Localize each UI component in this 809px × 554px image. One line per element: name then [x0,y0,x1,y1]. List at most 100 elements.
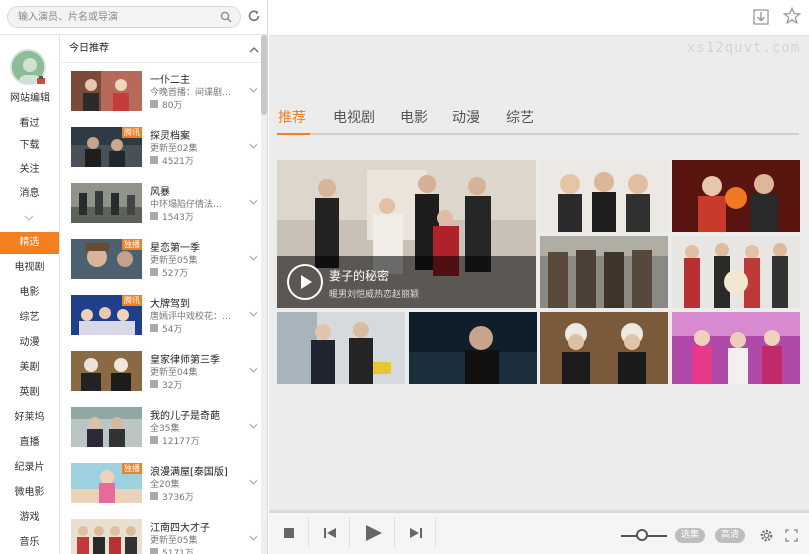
search-input[interactable] [18,8,218,26]
nav-item-history[interactable]: 看过 [0,113,59,135]
poster-tile[interactable] [672,160,800,232]
next-button[interactable] [396,517,436,549]
source-badge: 腾讯 [122,127,142,138]
chevron-down-icon[interactable] [249,255,258,261]
source-badge: 腾讯 [122,295,142,306]
star-icon[interactable] [783,7,801,25]
item-play-count: 32万 [162,381,183,391]
nav-category-hollywood[interactable]: 好莱坞 [0,407,59,429]
nav-category-live[interactable]: 直播 [0,432,59,454]
refresh-icon[interactable] [247,9,261,23]
recommend-list: 今日推荐 一仆二主 今晚首播：间谍剧… 80万 腾讯 探灵档案 更新至02集 4… [61,35,268,554]
volume-knob[interactable] [636,529,648,541]
thumbnail: 独播 [71,239,142,279]
scrollbar[interactable] [261,35,267,554]
prev-button[interactable] [310,517,350,549]
play-count-icon [150,268,158,276]
nav-category-featured[interactable]: 精选 [0,232,59,254]
play-count-icon [150,100,158,108]
poster-tile[interactable] [540,312,668,384]
item-subtitle: 全20集 [150,480,180,490]
thumbnail [71,519,142,554]
chevron-down-icon[interactable] [249,143,258,149]
nav-item-downloads[interactable]: 下载 [0,135,59,157]
thumbnail: 独播 [71,463,142,503]
nav-category-micro-film[interactable]: 微电影 [0,482,59,504]
chevron-up-icon[interactable] [249,46,259,54]
nav-category-games[interactable]: 游戏 [0,507,59,529]
item-subtitle: 今晚首播：间谍剧… [150,88,232,98]
chevron-down-icon[interactable] [249,199,258,205]
nav-category-documentary[interactable]: 纪录片 [0,457,59,479]
list-item[interactable]: 腾讯 大牌驾到 唐嫣评中戏校花：… 54万 [61,294,261,350]
tab-tv[interactable]: 电视剧 [333,107,375,133]
play-count-icon [150,492,158,500]
poster-tile[interactable] [540,160,668,232]
stop-button[interactable] [269,517,309,549]
nav-item-messages[interactable]: 消息 [0,183,59,205]
play-count-icon [150,548,158,554]
list-item[interactable]: 风暴 中环塌陷仔情法… 1543万 [61,182,261,238]
play-count-icon [150,212,158,220]
item-play-count: 80万 [162,101,183,111]
list-item[interactable]: 独播 星恋第一季 更新至05集 527万 [61,238,261,294]
list-item[interactable]: 一仆二主 今晚首播：间谍剧… 80万 [61,70,261,126]
nav-category-movie[interactable]: 电影 [0,282,59,304]
list-item[interactable]: 江南四大才子 更新至05集 5171万 [61,518,261,554]
list-item[interactable]: 腾讯 探灵档案 更新至02集 4521万 [61,126,261,182]
tab-variety[interactable]: 综艺 [506,107,534,133]
watermark: xs12quvt.com [687,40,801,56]
item-play-count: 1543万 [162,213,194,223]
progress-bar[interactable] [269,511,809,513]
play-icon[interactable] [287,264,323,300]
nav-item-following[interactable]: 关注 [0,159,59,181]
nav-category-us-drama[interactable]: 美剧 [0,357,59,379]
nav-category-anime[interactable]: 动漫 [0,332,59,354]
poster-tile[interactable] [540,236,668,308]
chevron-down-icon[interactable] [249,367,258,373]
tab-recommend[interactable]: 推荐 [278,107,306,133]
item-subtitle: 更新至02集 [150,144,198,154]
chevron-down-icon[interactable] [249,479,258,485]
tab-movie[interactable]: 电影 [400,107,428,133]
fullscreen-icon[interactable] [785,529,798,542]
item-subtitle: 全35集 [150,424,180,434]
item-title: 风暴 [150,187,170,198]
item-play-count: 4521万 [162,157,194,167]
item-play-count: 3736万 [162,493,194,503]
list-item[interactable]: 我的儿子是奇葩 全35集 12177万 [61,406,261,462]
download-icon[interactable] [752,8,770,26]
poster-tile[interactable] [672,312,800,384]
item-play-count: 12177万 [162,437,200,447]
chevron-down-icon[interactable] [249,87,258,93]
user-name[interactable]: 网站编辑 [0,89,60,104]
nav-category-variety[interactable]: 综艺 [0,307,59,329]
search-box[interactable] [7,6,241,28]
featured-subtitle: 暖男刘恺威热恋赵丽颖 [329,290,420,300]
nav-category-tv[interactable]: 电视剧 [0,257,59,279]
poster-tile[interactable] [672,236,800,308]
chevron-down-icon[interactable] [249,423,258,429]
episode-select-button[interactable]: 选集 [675,528,706,543]
thumbnail [71,351,142,391]
chevron-down-icon[interactable] [249,535,258,541]
settings-icon[interactable] [759,528,774,543]
chevron-down-icon[interactable] [249,311,258,317]
poster-tile[interactable] [277,312,405,384]
item-title: 大牌驾到 [150,299,190,310]
chevron-down-icon[interactable] [22,213,36,223]
nav-category-music[interactable]: 音乐 [0,532,59,554]
list-item[interactable]: 皇家律师第三季 更新至04集 32万 [61,350,261,406]
scrollbar-thumb[interactable] [261,35,267,115]
item-play-count: 5171万 [162,549,194,554]
list-item[interactable]: 独播 浪漫满屋[泰国版] 全20集 3736万 [61,462,261,518]
play-button[interactable] [351,517,395,549]
search-icon[interactable] [220,11,232,23]
poster-tile[interactable] [409,312,537,384]
nav-category-uk-drama[interactable]: 英剧 [0,382,59,404]
quality-button[interactable]: 高清 [715,528,746,543]
featured-banner[interactable]: 妻子的秘密 暖男刘恺威热恋赵丽颖 [277,160,536,308]
tab-anime[interactable]: 动漫 [452,107,480,133]
featured-title: 妻子的秘密 [329,269,390,283]
left-panel: 网站编辑 看过 下载 关注 消息 精选 电视剧 电影 综艺 动漫 美剧 英剧 好… [0,0,268,554]
